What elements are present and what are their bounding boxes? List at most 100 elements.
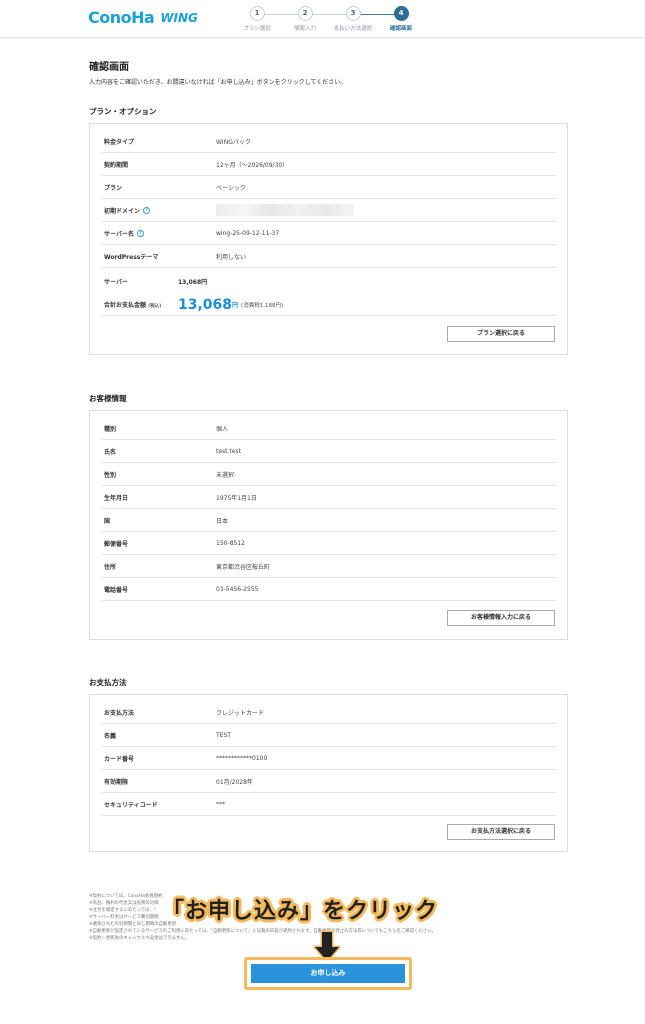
step-label: プラン選択 xyxy=(243,26,271,32)
row-value: 150-8512 xyxy=(216,539,245,547)
table-row: 初期ドメイン ? xyxy=(102,199,556,222)
step-number: 1 xyxy=(249,6,265,21)
row-label: お支払方法 xyxy=(104,709,135,717)
total-label-wrap: 合計お支払金額 (税込) xyxy=(102,300,178,309)
payment-section-title: お支払方法 xyxy=(89,678,127,687)
row-value: ************0100 xyxy=(216,754,268,762)
total-tax-label: (税込) xyxy=(148,304,162,309)
row-value: 東京都渋谷区桜丘町 xyxy=(216,563,271,571)
row-label: 初期ドメイン xyxy=(104,207,141,215)
table-row: WordPressテーマ 利用しない xyxy=(102,245,556,268)
help-icon[interactable]: ? xyxy=(136,229,144,237)
total-label: 合計お支払金額 xyxy=(104,302,147,309)
row-value: 12ヶ月（〜2026/09/30） xyxy=(216,161,289,169)
step-1: 1 プラン選択 xyxy=(237,6,277,32)
table-row: 料金タイプ WINGパック xyxy=(102,130,556,153)
customer-panel: 種別 個人 氏名 test test 性別 未選択 生年月日 1975年1月1日… xyxy=(89,410,568,640)
plan-section-title: プラン・オプション xyxy=(89,107,157,116)
table-row: 有効期限 01月/2028年 xyxy=(102,770,556,793)
table-row: お支払方法 クレジットカード xyxy=(102,701,556,724)
table-row: カード番号 ************0100 xyxy=(102,747,556,770)
row-label: 性別 xyxy=(104,471,117,479)
row-label: 契約期間 xyxy=(104,161,129,169)
blurred-domain-value xyxy=(216,204,354,216)
row-label: カード番号 xyxy=(104,755,135,763)
row-value: 03-5456-2555 xyxy=(216,585,259,593)
row-label: 郵便番号 xyxy=(104,540,129,548)
table-row: セキュリティコード *** xyxy=(102,793,556,816)
row-value: 個人 xyxy=(216,425,229,433)
row-label: セキュリティコード xyxy=(104,801,158,809)
table-row: 電話番号 03-5456-2555 xyxy=(102,578,556,601)
table-row: 契約期間 12ヶ月（〜2026/09/30） xyxy=(102,153,556,176)
click-instruction-callout: 「お申し込み」をクリック xyxy=(162,893,438,925)
row-value: 1975年1月1日 xyxy=(216,494,257,502)
row-value: WINGパック xyxy=(216,138,251,146)
row-value: TEST xyxy=(216,731,231,739)
step-number: 2 xyxy=(297,6,313,21)
row-label: 料金タイプ xyxy=(104,138,135,146)
row-value: クレジットカード xyxy=(216,709,265,717)
logo-sub-text: WING xyxy=(160,10,198,25)
total-row: 合計お支払金額 (税込) 13,068 円 (消費税1,188円) xyxy=(102,294,556,316)
conoha-wing-logo[interactable]: ConoHa WING xyxy=(88,8,198,27)
table-row: 生年月日 1975年1月1日 xyxy=(102,486,556,509)
row-label: WordPressテーマ xyxy=(104,253,159,261)
table-row: 住所 東京都渋谷区桜丘町 xyxy=(102,555,556,578)
row-label: 電話番号 xyxy=(104,586,129,594)
row-label: 名義 xyxy=(104,732,117,740)
step-label: 支払い方法選択 xyxy=(333,26,373,32)
table-row: プラン ベーシック xyxy=(102,176,556,199)
step-label: 確認画面 xyxy=(389,26,412,32)
back-to-plan-button[interactable]: プラン選択に戻る xyxy=(447,326,555,342)
table-row: 郵便番号 150-8512 xyxy=(102,532,556,555)
table-row: 性別 未選択 xyxy=(102,463,556,486)
row-value: 未選択 xyxy=(216,471,235,479)
step-number: 4 xyxy=(393,6,409,21)
table-row: 名義 TEST xyxy=(102,724,556,747)
logo-main-text: ConoHa xyxy=(88,8,155,27)
back-to-payment-button[interactable]: お支払方法選択に戻る xyxy=(447,824,555,840)
server-price: 13,068円 xyxy=(178,278,208,286)
row-value: test test xyxy=(216,447,241,455)
row-value: *** xyxy=(216,800,225,808)
payment-panel: お支払方法 クレジットカード 名義 TEST カード番号 ***********… xyxy=(89,694,568,852)
server-price-row: サーバー 13,068円 xyxy=(102,274,556,288)
table-row: 氏名 test test xyxy=(102,440,556,463)
step-label: 情報入力 xyxy=(293,26,316,32)
row-label: 住所 xyxy=(104,563,117,571)
plan-panel: 料金タイプ WINGパック 契約期間 12ヶ月（〜2026/09/30） プラン… xyxy=(89,123,568,355)
row-label-wrap: 初期ドメイン ? xyxy=(102,206,216,215)
progress-steps: 1 プラン選択 2 情報入力 3 支払い方法選択 4 確認画面 xyxy=(240,6,420,34)
callout-text: 「お申し込み」をクリック xyxy=(162,899,439,924)
help-icon[interactable]: ? xyxy=(143,206,151,214)
row-value: wing-25-09-12-11-37 xyxy=(216,229,280,237)
header: ConoHa WING 1 プラン選択 2 情報入力 3 支払い方法選択 4 確… xyxy=(0,0,645,38)
row-value: ベーシック xyxy=(216,184,246,192)
page-description: 入力内容をご確認いただき、お間違いなければ「お申し込み」ボタンをクリックしてくだ… xyxy=(89,79,347,86)
row-label: 生年月日 xyxy=(104,494,129,502)
row-label-wrap: サーバー名 ? xyxy=(102,229,216,238)
total-yen: 円 xyxy=(232,302,239,309)
row-value: 01月/2028年 xyxy=(216,778,253,786)
row-label: 国 xyxy=(104,517,111,525)
step-4-current: 4 確認画面 xyxy=(381,6,421,32)
table-row: サーバー名 ? wing-25-09-12-11-37 xyxy=(102,222,556,245)
row-value: 利用しない xyxy=(216,253,247,261)
step-2: 2 情報入力 xyxy=(285,6,325,32)
step-3: 3 支払い方法選択 xyxy=(333,6,373,32)
row-value: 日本 xyxy=(216,517,229,525)
total-tax-note: (消費税1,188円) xyxy=(241,302,284,309)
row-label: 種別 xyxy=(104,425,117,433)
submit-application-button[interactable]: お申し込み xyxy=(251,964,405,983)
row-label: 有効期限 xyxy=(104,778,129,786)
page-title: 確認画面 xyxy=(89,62,129,73)
customer-section-title: お客様情報 xyxy=(89,394,127,403)
total-amount: 13,068 xyxy=(178,296,233,313)
table-row: 種別 個人 xyxy=(102,417,556,440)
row-label: プラン xyxy=(104,184,123,192)
server-label: サーバー xyxy=(104,278,128,286)
back-to-customer-info-button[interactable]: お客様情報入力に戻る xyxy=(447,610,555,626)
table-row: 国 日本 xyxy=(102,509,556,532)
submit-highlight: お申し込み xyxy=(244,957,412,990)
